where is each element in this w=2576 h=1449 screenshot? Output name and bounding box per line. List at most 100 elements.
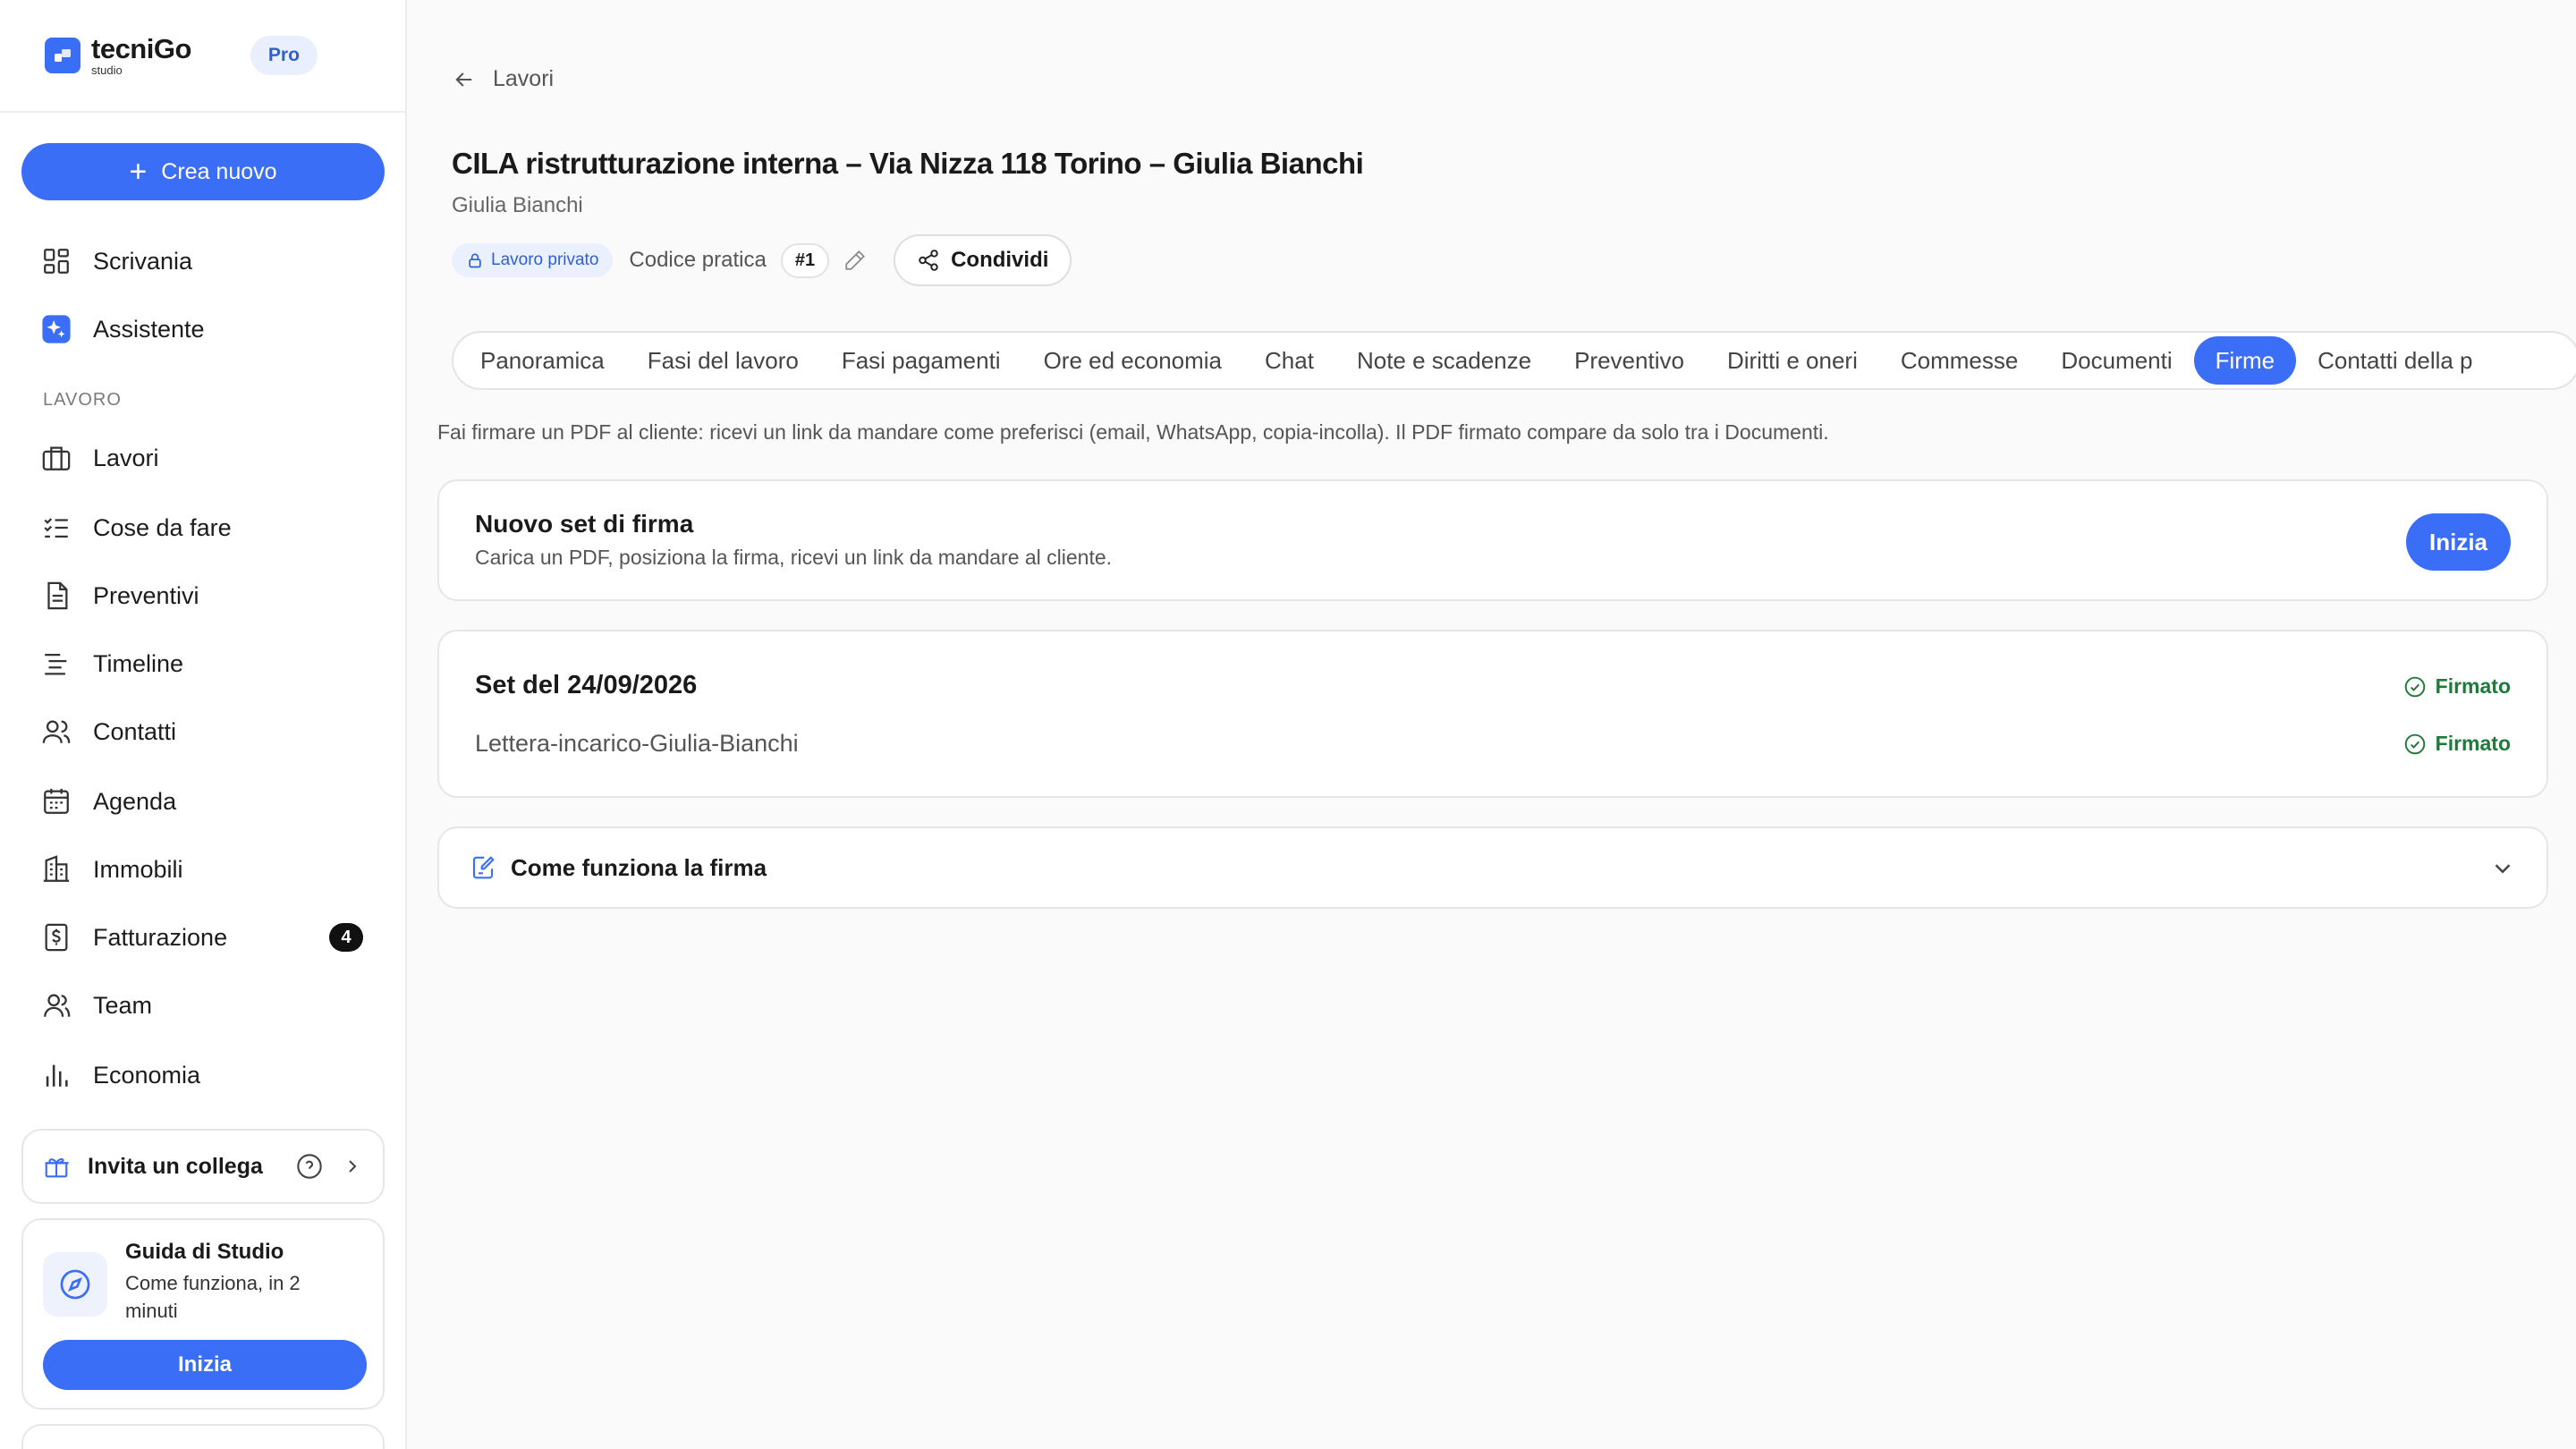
job-meta-row: Lavoro privato Codice pratica #1 Condivi… — [452, 234, 1072, 286]
sidebar-item-preventivi[interactable]: Preventivi — [41, 574, 199, 617]
help-icon[interactable] — [295, 1152, 324, 1181]
sidebar-item-label: Contatti — [93, 717, 177, 745]
sidebar-item-label: Fatturazione — [93, 923, 228, 951]
arrow-left-icon — [455, 72, 472, 87]
back-label: Lavori — [493, 66, 555, 91]
sidebar-item-label: Agenda — [93, 787, 177, 815]
document-status-label: Firmato — [2435, 732, 2511, 755]
sidebar-item-cose-da-fare[interactable]: Cose da fare — [41, 506, 232, 549]
set-title: Set del 24/09/2026 — [475, 671, 698, 699]
sparkle-icon — [42, 315, 71, 343]
sidebar: tecniGo studio Pro + Crea nuovo Scrivani… — [0, 0, 407, 1449]
section-label-lavoro: LAVORO — [43, 390, 122, 410]
sidebar-item-label: Lavori — [93, 444, 159, 471]
sidebar-item-contatti[interactable]: Contatti — [41, 710, 176, 753]
private-label: Lavoro privato — [491, 250, 599, 269]
lock-icon — [469, 253, 481, 268]
checklist-icon — [44, 518, 68, 538]
how-signing-works-label: Come funziona la firma — [511, 853, 767, 881]
sidebar-item-label: Economia — [93, 1061, 201, 1089]
sidebar-item-label: Cose da fare — [93, 513, 232, 541]
sidebar-item-scrivania[interactable]: Scrivania — [41, 240, 192, 283]
new-set-title: Nuovo set di firma — [475, 510, 694, 538]
compass-icon — [43, 1252, 107, 1317]
bar-chart-icon — [46, 1064, 68, 1087]
timeline-icon — [45, 653, 67, 675]
tab-fasi-pagamenti[interactable]: Fasi pagamenti — [820, 336, 1022, 385]
tab-bar: Panoramica Fasi del lavoro Fasi pagament… — [452, 331, 2576, 390]
plus-icon: + — [129, 155, 148, 189]
briefcase-icon — [42, 446, 71, 470]
studio-guide-card: Guida di Studio Come funziona, in 2 minu… — [21, 1218, 385, 1410]
tab-contatti-della-pratica[interactable]: Contatti della p — [2296, 336, 2494, 385]
sidebar-item-agenda[interactable]: Agenda — [41, 780, 176, 823]
sidebar-item-label: Team — [93, 991, 153, 1019]
signature-set-card[interactable]: Set del 24/09/2026 Firmato Lettera-incar… — [437, 630, 2548, 798]
sidebar-item-fatturazione[interactable]: Fatturazione — [41, 916, 227, 959]
brand-text: tecniGo studio — [91, 35, 191, 76]
share-label: Condividi — [951, 248, 1049, 272]
signatures-hint: Fai firmare un PDF al cliente: ricevi un… — [437, 420, 1829, 444]
sidebar-bottom-card[interactable] — [21, 1424, 385, 1449]
tab-chat[interactable]: Chat — [1243, 336, 1335, 385]
sidebar-item-label: Assistente — [93, 315, 205, 343]
invite-colleague-card[interactable]: Invita un collega — [21, 1129, 385, 1204]
set-status: Firmato — [2403, 674, 2511, 699]
chevron-right-icon — [349, 1160, 357, 1173]
sidebar-item-label: Immobili — [93, 855, 183, 883]
sidebar-item-economia[interactable]: Economia — [41, 1054, 200, 1097]
check-circle-icon — [2404, 676, 2425, 697]
how-signing-works-accordion[interactable]: Come funziona la firma — [437, 826, 2548, 909]
invite-label: Invita un collega — [88, 1153, 263, 1179]
brand-name: tecniGo — [91, 33, 191, 64]
sidebar-item-label: Timeline — [93, 649, 184, 677]
tab-diritti-e-oneri[interactable]: Diritti e oneri — [1706, 336, 1879, 385]
tab-note-e-scadenze[interactable]: Note e scadenze — [1335, 336, 1553, 385]
signed-document-name[interactable]: Lettera-incarico-Giulia-Bianchi — [475, 730, 799, 758]
code-badge: #1 — [780, 242, 830, 278]
new-set-description: Carica un PDF, posiziona la firma, ricev… — [475, 546, 1113, 569]
back-link[interactable]: Lavori — [452, 66, 554, 92]
building-icon — [43, 855, 70, 882]
new-signature-set-card: Nuovo set di firma Carica un PDF, posizi… — [437, 479, 2548, 601]
brand-header: tecniGo studio Pro — [0, 0, 405, 113]
set-status-label: Firmato — [2435, 674, 2511, 698]
private-job-badge: Lavoro privato — [452, 243, 614, 277]
sidebar-item-lavori[interactable]: Lavori — [41, 436, 159, 479]
fatturazione-count-badge: 4 — [329, 923, 363, 952]
create-new-label: Crea nuovo — [161, 158, 277, 184]
signature-doc-icon — [472, 856, 495, 879]
plan-badge: Pro — [250, 36, 318, 75]
sidebar-item-immobili[interactable]: Immobili — [41, 848, 183, 891]
guide-title: Guida di Studio — [125, 1240, 284, 1264]
tab-panoramica[interactable]: Panoramica — [459, 336, 626, 385]
check-circle-icon — [2404, 733, 2425, 754]
gift-icon — [45, 1157, 69, 1178]
sidebar-item-team[interactable]: Team — [41, 984, 152, 1027]
calendar-icon — [44, 788, 69, 814]
document-status: Firmato — [2403, 732, 2511, 756]
new-set-start-button[interactable]: Inizia — [2405, 513, 2511, 571]
guide-start-button[interactable]: Inizia — [43, 1340, 367, 1390]
tab-preventivo[interactable]: Preventivo — [1553, 336, 1706, 385]
brand-sub: studio — [91, 64, 123, 77]
chevron-down-icon — [2495, 864, 2511, 874]
document-icon — [47, 581, 68, 610]
team-icon — [44, 994, 71, 1017]
code-label: Codice pratica — [629, 248, 767, 272]
logo-icon[interactable] — [45, 38, 80, 73]
tab-fasi-del-lavoro[interactable]: Fasi del lavoro — [626, 336, 820, 385]
tab-ore-ed-economia[interactable]: Ore ed economia — [1022, 336, 1243, 385]
sidebar-item-assistente[interactable]: Assistente — [41, 308, 205, 351]
pencil-icon[interactable] — [843, 249, 867, 272]
page-title: CILA ristrutturazione interna – Via Nizz… — [452, 147, 1364, 180]
invoice-icon — [45, 923, 68, 952]
sidebar-item-timeline[interactable]: Timeline — [41, 642, 183, 685]
share-icon — [919, 250, 938, 271]
tab-commesse[interactable]: Commesse — [1879, 336, 2039, 385]
tab-documenti[interactable]: Documenti — [2039, 336, 2193, 385]
share-button[interactable]: Condividi — [894, 234, 1072, 286]
tab-firme[interactable]: Firme — [2193, 336, 2297, 385]
create-new-button[interactable]: + Crea nuovo — [21, 143, 385, 200]
page-subtitle: Giulia Bianchi — [452, 193, 583, 217]
